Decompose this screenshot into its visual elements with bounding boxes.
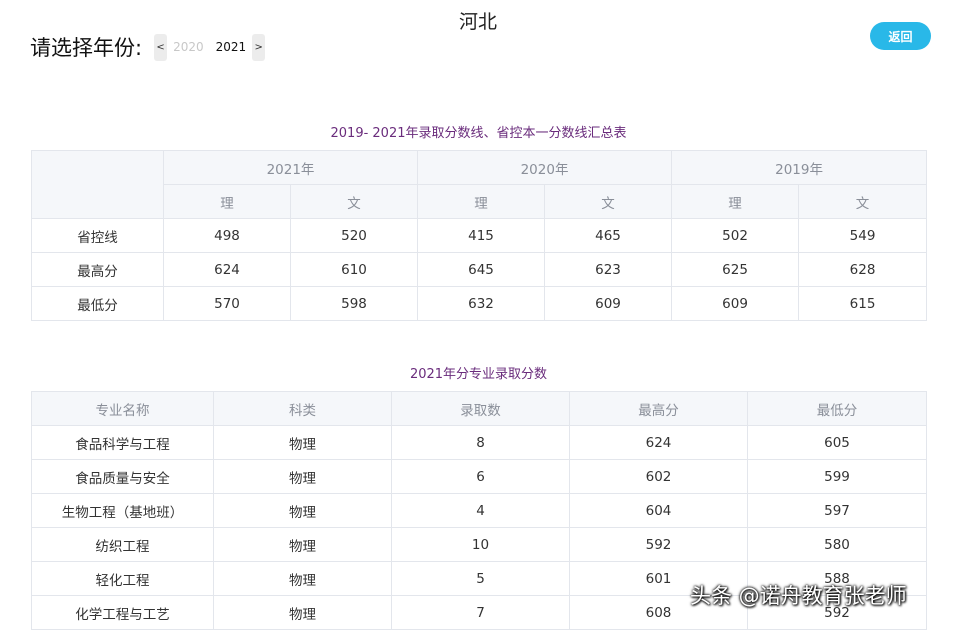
score-cell: 502 [671, 218, 800, 253]
lowest-cell: 599 [747, 459, 927, 494]
admitted-cell: 7 [391, 595, 570, 630]
highest-cell: 604 [569, 493, 748, 528]
score-cell: 624 [163, 252, 291, 287]
score-cell: 415 [417, 218, 546, 253]
year-header-2019: 2019年 [671, 150, 928, 185]
year-option-2021[interactable]: 2021 [210, 40, 253, 54]
category-cell: 物理 [213, 493, 392, 528]
summary-table-caption: 2019- 2021年录取分数线、省控本一分数线汇总表 [330, 126, 627, 141]
column-header-category: 科类 [213, 391, 392, 426]
column-header-highest: 最高分 [569, 391, 748, 426]
score-cell: 628 [798, 252, 928, 287]
admitted-cell: 5 [391, 561, 570, 596]
subject-header: 理 [417, 184, 546, 219]
subject-header: 文 [798, 184, 928, 219]
summary-corner-cell [31, 150, 164, 219]
major-name: 化学工程与工艺 [31, 595, 214, 630]
score-cell: 498 [163, 218, 291, 253]
admitted-cell: 8 [391, 425, 570, 460]
year-header-2020: 2020年 [417, 150, 673, 185]
score-cell: 570 [163, 286, 291, 321]
page-title: 河北 [458, 11, 497, 33]
score-cell: 598 [289, 286, 419, 321]
category-cell: 物理 [213, 527, 392, 562]
score-cell: 645 [417, 252, 546, 287]
score-cell: 623 [544, 252, 673, 287]
admitted-cell: 6 [391, 459, 570, 494]
row-label: 最高分 [31, 252, 164, 287]
score-cell: 609 [671, 286, 800, 321]
prev-year-button[interactable]: < [154, 33, 168, 61]
admitted-cell: 4 [391, 493, 570, 528]
highest-cell: 624 [569, 425, 748, 460]
column-header-lowest: 最低分 [747, 391, 927, 426]
lowest-cell: 597 [747, 493, 927, 528]
highest-cell: 602 [569, 459, 748, 494]
next-year-button[interactable]: > [252, 33, 266, 61]
lowest-cell: 580 [747, 527, 927, 562]
score-cell: 615 [798, 286, 928, 321]
table-row: 生物工程（基地班） 物理 4 604 597 [31, 493, 927, 528]
summary-row-lowest: 最低分 570 598 632 609 609 615 [31, 286, 928, 321]
score-cell: 632 [417, 286, 546, 321]
subject-header: 理 [671, 184, 800, 219]
year-option-2020[interactable]: 2020 [167, 40, 210, 54]
column-header-major: 专业名称 [31, 391, 214, 426]
summary-row-province-line: 省控线 498 520 415 465 502 549 [31, 218, 928, 253]
majors-table-caption: 2021年分专业录取分数 [409, 367, 548, 382]
summary-table: 2021年 2020年 2019年 理 文 理 文 理 文 省控线 498 52… [31, 150, 928, 321]
score-cell: 520 [289, 218, 419, 253]
category-cell: 物理 [213, 459, 392, 494]
column-header-admitted: 录取数 [391, 391, 570, 426]
major-name: 纺织工程 [31, 527, 214, 562]
category-cell: 物理 [213, 561, 392, 596]
subject-header: 文 [289, 184, 419, 219]
category-cell: 物理 [213, 595, 392, 630]
score-cell: 625 [671, 252, 800, 287]
table-row: 纺织工程 物理 10 592 580 [31, 527, 927, 562]
row-label: 省控线 [31, 218, 164, 253]
score-cell: 465 [544, 218, 673, 253]
table-row: 食品质量与安全 物理 6 602 599 [31, 459, 927, 494]
subject-header: 理 [163, 184, 291, 219]
back-button[interactable]: 返回 [870, 22, 931, 50]
row-label: 最低分 [31, 286, 164, 321]
major-name: 生物工程（基地班） [31, 493, 214, 528]
score-cell: 610 [289, 252, 419, 287]
lowest-cell: 605 [747, 425, 927, 460]
year-header-2021: 2021年 [162, 150, 419, 185]
admitted-cell: 10 [391, 527, 570, 562]
score-cell: 549 [798, 218, 928, 253]
major-name: 轻化工程 [31, 561, 214, 596]
year-picker-label: 请选择年份: [30, 36, 143, 60]
summary-row-highest: 最高分 624 610 645 623 625 628 [31, 252, 928, 287]
year-picker: 请选择年份: < 2020 2021 > [30, 32, 266, 62]
table-row: 食品科学与工程 物理 8 624 605 [31, 425, 927, 460]
watermark-text: 头条 @诺舟教育张老师 [690, 584, 907, 608]
category-cell: 物理 [213, 425, 392, 460]
major-name: 食品科学与工程 [31, 425, 214, 460]
highest-cell: 592 [569, 527, 748, 562]
score-cell: 609 [544, 286, 673, 321]
subject-header: 文 [544, 184, 673, 219]
major-name: 食品质量与安全 [31, 459, 214, 494]
